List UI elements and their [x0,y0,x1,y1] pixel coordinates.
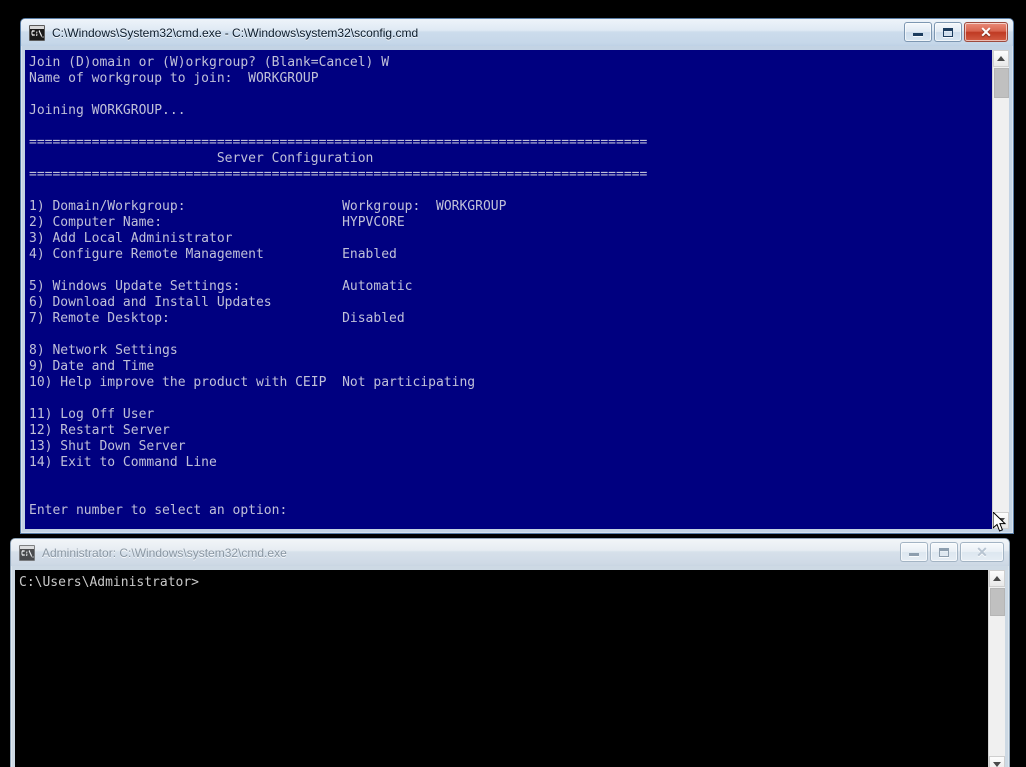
scroll-thumb[interactable] [990,588,1005,616]
administrator-cmd-window-controls: ✕ [900,542,1004,562]
sconfig-console-output: Join (D)omain or (W)orkgroup? (Blank=Can… [25,50,992,529]
scroll-down-arrow[interactable] [989,756,1005,767]
chevron-down-icon [993,762,1001,767]
scroll-up-arrow[interactable] [989,570,1005,587]
console-icon: C:\_ [29,24,45,41]
administrator-cmd-scrollbar[interactable] [988,570,1005,767]
console-icon: C:\_ [19,544,35,561]
close-icon: ✕ [980,24,992,40]
sconfig-window-title: C:\Windows\System32\cmd.exe - C:\Windows… [52,25,419,40]
close-button[interactable]: ✕ [964,22,1008,42]
sconfig-window[interactable]: C:\_ C:\Windows\System32\cmd.exe - C:\Wi… [20,18,1014,534]
scroll-thumb[interactable] [994,68,1009,98]
administrator-cmd-console-output: C:\Users\Administrator> [15,570,988,767]
administrator-cmd-window[interactable]: C:\_ Administrator: C:\Windows\system32\… [10,538,1010,767]
sconfig-scrollbar[interactable] [992,50,1009,529]
minimize-button[interactable] [900,542,928,562]
scroll-up-arrow[interactable] [993,50,1009,67]
chevron-down-icon [997,518,1005,523]
sconfig-window-controls: ✕ [904,22,1008,42]
administrator-cmd-client-area: C:\Users\Administrator> [11,566,1009,767]
maximize-button[interactable] [934,22,962,42]
minimize-icon [913,33,923,36]
close-icon: ✕ [976,544,988,560]
sconfig-titlebar[interactable]: C:\_ C:\Windows\System32\cmd.exe - C:\Wi… [21,19,1013,46]
administrator-cmd-titlebar[interactable]: C:\_ Administrator: C:\Windows\system32\… [11,539,1009,566]
chevron-up-icon [997,56,1005,61]
chevron-up-icon [993,576,1001,581]
maximize-button[interactable] [930,542,958,562]
maximize-icon [943,28,953,37]
administrator-cmd-console-wrap: C:\Users\Administrator> [15,570,1005,767]
minimize-icon [909,553,919,556]
administrator-cmd-window-title: Administrator: C:\Windows\system32\cmd.e… [42,545,287,560]
minimize-button[interactable] [904,22,932,42]
desktop-background: C:\_ C:\Windows\System32\cmd.exe - C:\Wi… [0,0,1026,767]
scroll-down-arrow[interactable] [993,512,1009,529]
maximize-icon [939,548,949,557]
close-button[interactable]: ✕ [960,542,1004,562]
sconfig-client-area: Join (D)omain or (W)orkgroup? (Blank=Can… [21,46,1013,533]
sconfig-console-wrap: Join (D)omain or (W)orkgroup? (Blank=Can… [25,50,1009,529]
